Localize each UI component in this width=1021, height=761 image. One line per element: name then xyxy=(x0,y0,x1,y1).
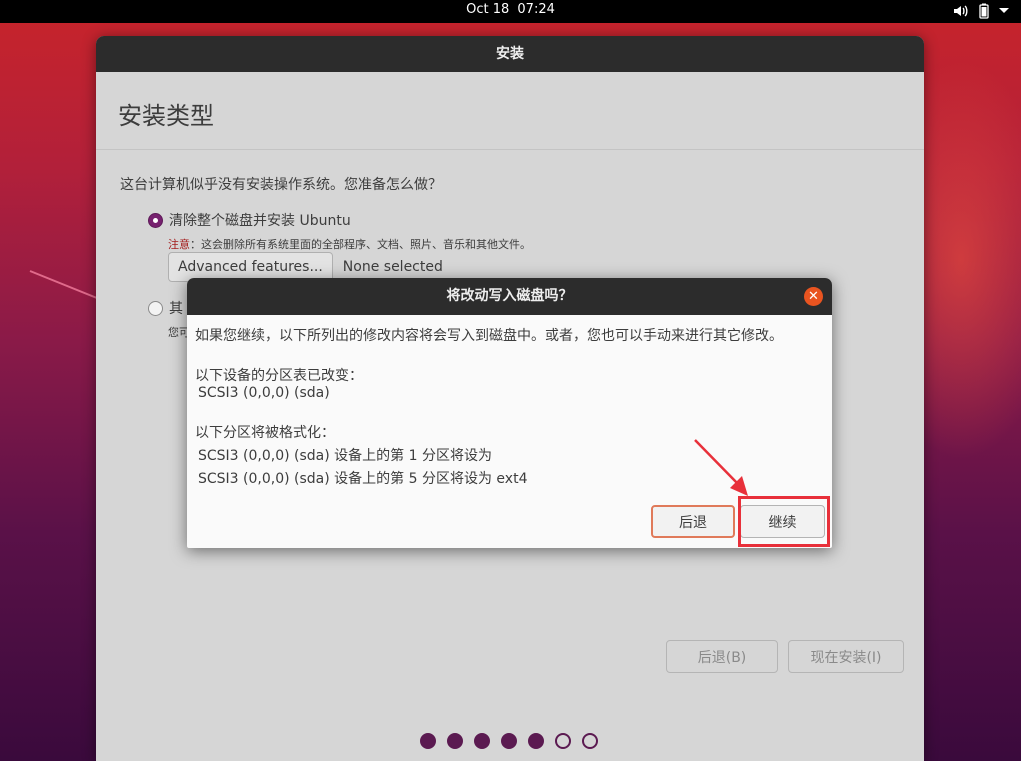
erase-warning: 注意：这会删除所有系统里面的全部程序、文档、照片、音乐和其他文件。 xyxy=(168,236,531,252)
window-title: 安装 xyxy=(96,36,924,72)
write-changes-dialog: 将改动写入磁盘吗？ ✕ 如果您继续，以下所列出的修改内容将会写入到磁盘中。或者，… xyxy=(187,278,832,548)
install-now-button[interactable]: 现在安装(I) xyxy=(788,640,904,673)
partition-1-line: SCSI3 (0,0,0) (sda) 设备上的第 1 分区将设为 xyxy=(198,448,492,464)
battery-icon[interactable] xyxy=(979,3,989,19)
advanced-features-value: None selected xyxy=(342,259,443,275)
top-bar: Oct 18 07:24 xyxy=(0,0,1021,23)
install-question: 这台计算机似乎没有安装操作系统。您准备怎么做？ xyxy=(120,177,442,193)
option-something-else-label[interactable]: 其 xyxy=(169,298,183,318)
progress-dot xyxy=(555,733,571,749)
system-tray[interactable] xyxy=(953,3,1009,19)
progress-dots xyxy=(420,733,598,749)
warning-text: ：这会删除所有系统里面的全部程序、文档、照片、音乐和其他文件。 xyxy=(190,238,531,251)
clock-date: Oct 18 xyxy=(466,2,510,17)
option-erase-disk-label[interactable]: 清除整个磁盘并安装 Ubuntu xyxy=(169,210,351,230)
close-icon[interactable]: ✕ xyxy=(804,287,823,306)
progress-dot xyxy=(528,733,544,749)
progress-dot xyxy=(582,733,598,749)
progress-dot xyxy=(501,733,517,749)
clock[interactable]: Oct 18 07:24 xyxy=(0,2,1021,17)
partition-table-heading: 以下设备的分区表已改变： xyxy=(195,368,363,384)
dialog-back-button[interactable]: 后退 xyxy=(651,505,735,538)
progress-dot xyxy=(420,733,436,749)
format-heading: 以下分区将被格式化： xyxy=(195,425,335,441)
clock-time: 07:24 xyxy=(517,2,555,17)
dialog-body: 如果您继续，以下所列出的修改内容将会写入到磁盘中。或者，您也可以手动来进行其它修… xyxy=(187,315,832,548)
menu-arrow-icon[interactable] xyxy=(999,7,1009,15)
dialog-continue-button[interactable]: 继续 xyxy=(740,505,825,538)
dialog-intro: 如果您继续，以下所列出的修改内容将会写入到磁盘中。或者，您也可以手动来进行其它修… xyxy=(195,328,783,344)
option-something-else[interactable]: 其 xyxy=(148,298,183,318)
radio-erase-disk[interactable] xyxy=(148,212,163,228)
volume-icon[interactable] xyxy=(953,4,969,18)
option-erase-disk[interactable]: 清除整个磁盘并安装 Ubuntu xyxy=(148,210,351,230)
progress-dot xyxy=(447,733,463,749)
progress-dot xyxy=(474,733,490,749)
warning-prefix: 注意 xyxy=(168,238,190,251)
dialog-title: 将改动写入磁盘吗？ xyxy=(446,288,573,304)
radio-something-else[interactable] xyxy=(148,300,163,316)
dialog-title-bar: 将改动写入磁盘吗？ ✕ xyxy=(187,278,832,315)
page-header: 安装类型 xyxy=(96,72,924,150)
back-button[interactable]: 后退(B) xyxy=(666,640,778,673)
page-title: 安装类型 xyxy=(118,102,214,130)
partition-5-line: SCSI3 (0,0,0) (sda) 设备上的第 5 分区将设为 ext4 xyxy=(198,471,528,487)
changed-device: SCSI3 (0,0,0) (sda) xyxy=(198,385,330,401)
